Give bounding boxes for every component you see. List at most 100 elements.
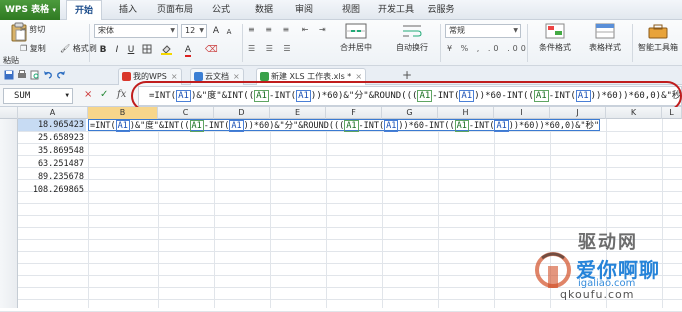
app-menu-button[interactable]: WPS 表格 ▾	[0, 0, 60, 20]
cell-a5[interactable]: 89.235678	[18, 171, 86, 183]
italic-button[interactable]: I	[111, 44, 123, 56]
new-tab-button[interactable]: +	[402, 68, 412, 82]
fill-color-button[interactable]	[160, 44, 172, 56]
close-icon[interactable]: ×	[355, 72, 362, 81]
merge-center-button[interactable]: 合并居中	[336, 22, 376, 53]
copy-icon: ❐	[20, 44, 28, 53]
watermark-url: qkoufu.com	[560, 288, 635, 301]
ribbon-divider	[632, 24, 633, 62]
column-header-e[interactable]: E	[270, 107, 326, 119]
undo-icon[interactable]	[43, 70, 53, 80]
name-box[interactable]: SUM ▼	[3, 88, 73, 104]
insert-function-button[interactable]: fx	[117, 89, 126, 100]
paste-label: 粘贴	[3, 56, 19, 65]
wrap-text-button[interactable]: 自动换行	[392, 22, 432, 53]
align-left-icon: ☰ ☰ ☰	[248, 44, 295, 53]
print-preview-icon[interactable]	[30, 70, 40, 80]
menu-tab-7[interactable]: 视图	[334, 0, 368, 20]
currency-icon: ¥	[447, 44, 456, 53]
row-gridline	[0, 203, 682, 204]
column-header-h[interactable]: H	[438, 107, 494, 119]
column-header-i[interactable]: I	[494, 107, 550, 119]
grow-font-button[interactable]: A	[210, 25, 222, 37]
underline-button[interactable]: U	[125, 44, 137, 56]
column-header-d[interactable]: D	[214, 107, 270, 119]
cell-reference: A1	[344, 120, 359, 132]
clear-format-button[interactable]: ⌫	[205, 44, 218, 56]
border-icon	[142, 44, 152, 54]
column-gridline	[326, 119, 327, 308]
column-header-f[interactable]: F	[326, 107, 382, 119]
menu-tab-6[interactable]: 审阅	[288, 0, 320, 20]
align-horizontal-buttons[interactable]: ☰ ☰ ☰	[248, 44, 295, 53]
font-size-select[interactable]: 12 ▼	[181, 24, 207, 38]
copy-button[interactable]: ❐ 复制	[20, 43, 46, 54]
bold-button[interactable]: B	[97, 44, 109, 56]
cell-a4[interactable]: 63.251487	[18, 158, 86, 170]
border-button[interactable]	[141, 44, 153, 56]
number-buttons[interactable]: ¥ % , .0 .00	[447, 44, 529, 53]
column-header-j[interactable]: J	[550, 107, 606, 119]
smart-toolbox-button[interactable]: 智能工具箱	[634, 22, 682, 53]
align-top-buttons[interactable]: ≡ ≡ ≡ ⇤ ⇥	[248, 25, 330, 34]
thousands-icon: ,	[476, 44, 483, 53]
column-header-b[interactable]: B	[88, 107, 158, 119]
indent-icon: ⇤ ⇥	[301, 25, 330, 34]
menu-tab-9[interactable]: 云服务	[424, 0, 458, 20]
ribbon-divider	[527, 24, 528, 62]
cell-reference: A1	[494, 120, 509, 132]
watermark: 驱动网 爱你啊聊 igaliao.com qkoufu.com	[520, 220, 682, 308]
chevron-down-icon: ▼	[199, 27, 204, 34]
paint-bucket-icon	[160, 45, 172, 55]
table-style-button[interactable]: 表格样式	[582, 22, 628, 53]
menu-bar: WPS 表格 ▾ 开始 插入 页面布局 公式 数据 审阅 视图 开发工具 云服务	[0, 0, 682, 20]
print-icon[interactable]	[17, 70, 27, 80]
column-header-k[interactable]: K	[606, 107, 662, 119]
column-header-a[interactable]: A	[18, 107, 88, 119]
format-painter-button[interactable]: 🖌 格式刷	[60, 43, 97, 54]
column-gridline	[214, 119, 215, 308]
column-header-g[interactable]: G	[382, 107, 438, 119]
cell-a1[interactable]: 18.965423	[18, 119, 86, 131]
shrink-font-button[interactable]: A	[223, 26, 235, 38]
formula-text: -INT(	[468, 121, 495, 131]
cell-a3[interactable]: 35.869548	[18, 145, 86, 157]
document-icon	[260, 72, 269, 81]
font-color-button[interactable]: A	[182, 44, 194, 57]
formula-text: ))*60)&"分"&ROUND(((	[243, 121, 345, 131]
cell-reference: A1	[115, 120, 130, 132]
row-gridline	[0, 167, 682, 168]
column-gridline	[270, 119, 271, 308]
cut-button[interactable]: ✂ 剪切	[20, 24, 45, 35]
cancel-formula-button[interactable]: ×	[84, 89, 92, 100]
cell-b1-formula-editor[interactable]: =INT(A1)&"度"&INT((A1 -INT(A1))*60)&"分"&RO…	[88, 119, 601, 132]
select-all-corner[interactable]	[0, 107, 18, 119]
close-icon[interactable]: ×	[171, 72, 178, 81]
cell-a2[interactable]: 25.658923	[18, 132, 86, 144]
cell-reference: A1	[189, 120, 204, 132]
merge-center-label: 合并居中	[340, 43, 372, 52]
menu-tab-4[interactable]: 公式	[206, 0, 236, 20]
formula-text: =INT(	[90, 121, 116, 131]
column-header-c[interactable]: C	[158, 107, 214, 119]
save-icon[interactable]	[4, 70, 14, 80]
menu-tab-2[interactable]: 插入	[112, 0, 144, 20]
column-gridline	[382, 119, 383, 308]
menu-tab-1[interactable]: 开始	[66, 0, 102, 20]
close-icon[interactable]: ×	[233, 72, 240, 81]
confirm-formula-button[interactable]: ✓	[100, 89, 108, 100]
cut-label: 剪切	[29, 25, 46, 34]
conditional-format-button[interactable]: 条件格式	[531, 22, 579, 53]
font-name-select[interactable]: 宋体 ▼	[94, 24, 178, 38]
number-format-select[interactable]: 常规 ▼	[445, 24, 521, 38]
formula-text: ))*60))*60,0)&"秒"	[508, 121, 600, 131]
column-header-l[interactable]: L	[662, 107, 682, 119]
menu-tab-8[interactable]: 开发工具	[376, 0, 416, 20]
cell-a6[interactable]: 108.269865	[18, 184, 86, 196]
menu-tab-5[interactable]: 数据	[248, 0, 280, 20]
column-headers: ABCDEFGHIJKL	[0, 107, 682, 119]
conditional-format-icon	[545, 23, 565, 39]
menu-tab-3[interactable]: 页面布局	[152, 0, 198, 20]
ribbon-toolbar: ✂ 剪切 ❐ 复制 粘贴 🖌 格式刷 宋体 ▼ 12 ▼ A A B I U A…	[0, 20, 682, 66]
redo-icon[interactable]	[56, 70, 66, 80]
